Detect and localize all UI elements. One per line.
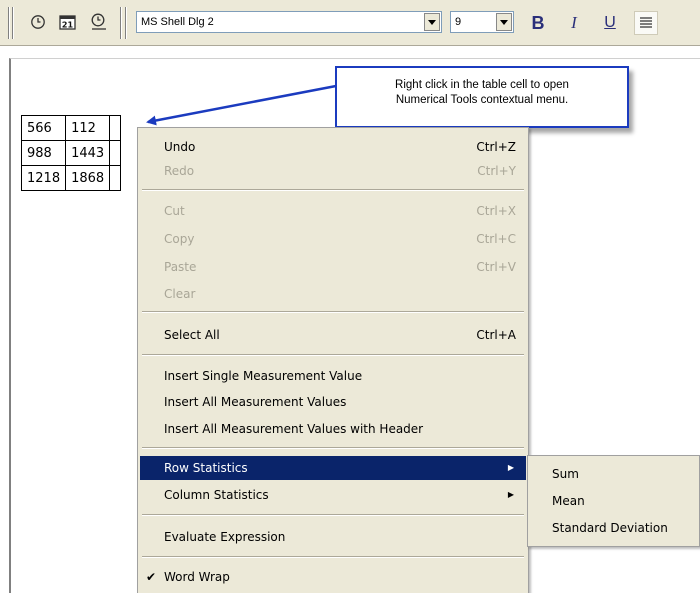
clock-icon[interactable] [27,10,49,34]
menu-item-label: Insert Single Measurement Value [164,369,363,383]
callout-line-1: Right click in the table cell to open [395,79,569,91]
menu-item-label: Copy [164,232,195,246]
font-name-value: MS Shell Dlg 2 [141,16,214,28]
toolbar-separator-2 [125,7,127,39]
callout-line-2: Numerical Tools contextual menu. [395,94,569,106]
table-cell[interactable]: 1868 [65,165,111,191]
menu-item-word-wrap[interactable]: ✔ Word Wrap [140,565,526,589]
menu-item-label: Insert All Measurement Values with Heade… [164,422,424,436]
menu-item-label: Evaluate Expression [164,530,286,544]
underline-button[interactable]: U [598,11,622,35]
table-cell[interactable]: 112 [65,115,111,141]
chevron-down-icon[interactable] [496,13,512,31]
svg-text:21: 21 [62,21,74,30]
menu-item-label: Cut [164,204,185,218]
table-cell[interactable] [109,115,122,141]
menu-item-label: Redo [164,164,195,178]
table-cell[interactable]: 988 [20,140,67,166]
menu-item-paste[interactable]: Paste Ctrl+V [140,255,526,279]
menu-item-clear[interactable]: Clear [140,282,526,306]
menu-item-redo[interactable]: Redo Ctrl+Y [140,159,526,183]
menu-separator [142,556,524,558]
menu-item-label: Word Wrap [164,570,230,584]
toolbar-separator [120,7,122,39]
toolbar-grip-2 [12,7,14,39]
menu-item-label: Paste [164,260,197,274]
submenu-arrow-icon: ▶ [507,490,514,499]
menu-separator [142,447,524,449]
menu-item-copy[interactable]: Copy Ctrl+C [140,227,526,251]
menu-item-label: Clear [164,287,196,301]
table-cell[interactable] [109,165,122,191]
submenu-item-sum[interactable]: Sum [530,462,698,486]
table-cell[interactable]: 566 [20,115,67,141]
menu-item-label: Undo [164,140,196,154]
submenu-item-mean[interactable]: Mean [530,489,698,513]
font-size-value: 9 [455,16,462,28]
chevron-down-icon[interactable] [424,13,440,31]
submenu-item-standard-deviation[interactable]: Standard Deviation [530,516,698,540]
menu-item-select-all[interactable]: Select All Ctrl+A [140,323,526,347]
context-menu: Undo Ctrl+Z Redo Ctrl+Y Cut Ctrl+X Copy … [137,127,529,593]
menu-item-cut[interactable]: Cut Ctrl+X [140,199,526,223]
calendar-icon[interactable]: 21 [57,10,79,34]
italic-button[interactable]: I [562,11,586,35]
menu-separator [142,514,524,516]
table-row: 1218 1868 [20,165,122,191]
menu-item-evaluate-expression[interactable]: Evaluate Expression [140,525,526,549]
row-statistics-submenu: Sum Mean Standard Deviation [527,455,700,547]
submenu-arrow-icon: ▶ [507,463,514,472]
menu-item-label: Column Statistics [164,488,269,502]
menu-item-insert-all[interactable]: Insert All Measurement Values [140,390,526,414]
clock-insert-icon[interactable] [88,10,110,34]
menu-item-label: Select All [164,328,220,342]
menu-item-shortcut: Ctrl+Z [476,140,516,154]
menu-item-column-statistics[interactable]: Column Statistics ▶ [140,483,526,507]
menu-item-shortcut: Ctrl+A [476,328,516,342]
table-row: 988 1443 [20,140,122,166]
menu-item-insert-single[interactable]: Insert Single Measurement Value [140,364,526,388]
table-cell[interactable]: 1218 [20,165,67,191]
data-table[interactable]: 566 112 988 1443 1218 1868 [20,115,122,191]
menu-separator [142,354,524,356]
menu-item-shortcut: Ctrl+Y [477,164,516,178]
menu-item-insert-all-header[interactable]: Insert All Measurement Values with Heade… [140,417,526,441]
menu-item-shortcut: Ctrl+V [476,260,516,274]
table-row: 566 112 [20,115,122,141]
toolbar-grip [8,7,10,39]
menu-item-shortcut: Ctrl+X [476,204,516,218]
menu-item-label: Row Statistics [164,461,248,475]
menu-item-label: Insert All Measurement Values [164,395,347,409]
font-size-select[interactable]: 9 [450,11,514,33]
table-cell[interactable]: 1443 [65,140,111,166]
checkmark-icon: ✔ [146,570,157,584]
table-cell[interactable] [109,140,122,166]
bold-button[interactable]: B [526,11,550,35]
toolbar: 21 MS Shell Dlg 2 9 B I U [0,0,700,46]
menu-item-undo[interactable]: Undo Ctrl+Z [140,135,526,159]
menu-separator [142,189,524,191]
callout-annotation: Right click in the table cell to open Nu… [335,66,629,128]
font-name-select[interactable]: MS Shell Dlg 2 [136,11,442,33]
menu-item-shortcut: Ctrl+C [476,232,516,246]
align-left-icon[interactable] [634,11,658,35]
menu-separator [142,311,524,313]
menu-item-row-statistics[interactable]: Row Statistics ▶ [140,456,526,480]
